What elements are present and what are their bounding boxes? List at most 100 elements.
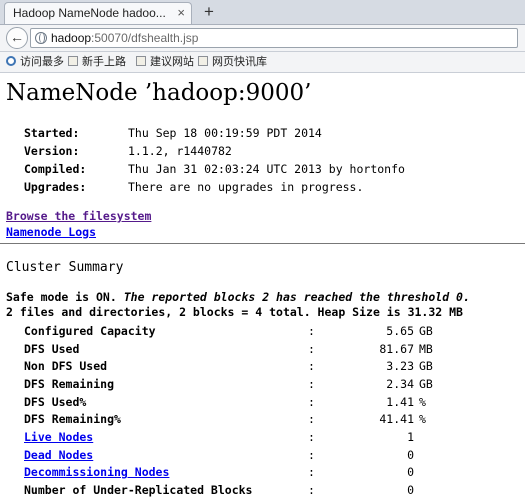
bookmark-label: 访问最多	[20, 56, 64, 68]
stat-unit: %	[419, 394, 426, 409]
info-value: Thu Jan 31 02:03:24 UTC 2013 by hortonfo	[128, 162, 405, 176]
info-row: Compiled: Thu Jan 31 02:03:24 UTC 2013 by…	[24, 160, 405, 178]
stat-unit: GB	[419, 376, 433, 391]
stat-unit	[414, 428, 459, 446]
stats-row: Configured Capacity: 5.65 GB	[24, 322, 459, 340]
stats-row: DFS Remaining: 2.34 GB	[24, 375, 459, 393]
stats-row: Dead Nodes: 0	[24, 446, 459, 464]
stats-row: DFS Remaining%: 41.41%	[24, 410, 459, 428]
tab-strip: Hadoop NameNode hadoo... × +	[0, 0, 525, 25]
stat-value: 1.41	[386, 394, 414, 409]
stat-name: DFS Remaining	[24, 376, 115, 391]
cluster-summary-heading: Cluster Summary	[6, 260, 124, 275]
stat-unit: %	[419, 412, 426, 427]
stat-value: 2.34	[386, 376, 414, 391]
page-links: Browse the filesystem Namenode Logs	[6, 208, 151, 240]
bookmark-most-visited[interactable]: 访问最多	[6, 52, 64, 72]
stat-name: Number of Under-Replicated Blocks	[24, 483, 253, 498]
stat-unit: GB	[419, 359, 433, 374]
stat-value: 1	[407, 429, 414, 444]
dead-nodes-link[interactable]: Dead Nodes	[24, 448, 93, 462]
stat-unit	[414, 481, 459, 499]
live-nodes-link[interactable]: Live Nodes	[24, 430, 93, 444]
stats-row: Decommissioning Nodes: 0	[24, 464, 459, 482]
page-icon	[198, 56, 208, 66]
browser-tab[interactable]: Hadoop NameNode hadoo... ×	[4, 2, 192, 24]
stat-name-cell: Decommissioning Nodes	[24, 464, 308, 482]
safe-mode-detail: The reported blocks 2 has reached the th…	[123, 290, 470, 304]
stat-name-cell: Dead Nodes	[24, 446, 308, 464]
stat-colon: :	[308, 323, 315, 338]
stats-row: Live Nodes: 1	[24, 428, 459, 446]
stats-row: DFS Used: 81.67 MB	[24, 340, 459, 358]
stat-colon: :	[308, 483, 315, 498]
url-text: hadoop:50070/dfshealth.jsp	[51, 29, 198, 47]
stat-value: 81.67	[379, 341, 414, 356]
info-key: Started:	[24, 126, 80, 140]
bookmarks-bar: 访问最多 新手上路 建议网站 网页快讯库	[0, 52, 525, 73]
info-row: Upgrades: There are no upgrades in progre…	[24, 178, 405, 196]
namenode-logs-link[interactable]: Namenode Logs	[6, 224, 151, 240]
stat-colon: :	[308, 429, 315, 444]
url-path: :50070/dfshealth.jsp	[91, 31, 199, 45]
stat-value: 0	[407, 483, 414, 498]
stats-row: Number of Under-Replicated Blocks: 0	[24, 481, 459, 499]
decommissioning-nodes-link[interactable]: Decommissioning Nodes	[24, 465, 169, 479]
stat-value: 0	[407, 465, 414, 480]
stat-colon: :	[308, 394, 315, 409]
stats-row: DFS Used%: 1.41%	[24, 393, 459, 411]
stat-colon: :	[308, 359, 315, 374]
info-key: Version:	[24, 144, 80, 158]
stat-unit	[414, 464, 459, 482]
address-bar[interactable]: hadoop:50070/dfshealth.jsp	[30, 28, 518, 48]
gear-icon	[6, 56, 16, 66]
stat-colon: :	[308, 376, 315, 391]
new-tab-button[interactable]: +	[200, 3, 218, 21]
stat-colon: :	[308, 465, 315, 480]
stat-name: DFS Remaining%	[24, 412, 121, 427]
stat-name: Configured Capacity	[24, 323, 156, 338]
safe-mode-status: Safe mode is ON. The reported blocks 2 h…	[6, 290, 470, 305]
navigation-bar: ← hadoop:50070/dfshealth.jsp	[0, 25, 525, 52]
globe-icon	[35, 32, 47, 44]
stat-value: 0	[407, 447, 414, 462]
back-button[interactable]: ←	[6, 27, 28, 49]
cluster-stats-table: Configured Capacity: 5.65 GB DFS Used: 81.6…	[24, 322, 459, 499]
bookmark-getting-started[interactable]: 新手上路	[68, 52, 126, 72]
stat-colon: :	[308, 341, 315, 356]
stat-unit: GB	[419, 323, 433, 338]
browse-filesystem-link[interactable]: Browse the filesystem	[6, 208, 151, 224]
bookmark-suggested-sites[interactable]: 建议网站	[136, 52, 194, 72]
stat-name: DFS Used	[24, 341, 80, 356]
bookmark-label: 网页快讯库	[212, 56, 267, 68]
close-tab-icon[interactable]: ×	[177, 3, 185, 23]
stat-colon: :	[308, 412, 315, 427]
bookmark-label: 新手上路	[82, 56, 126, 68]
stat-name: DFS Used%	[24, 394, 87, 409]
page-content: NameNode ’hadoop:9000’ Started: Thu Sep 1…	[0, 73, 525, 501]
stat-value: 5.65	[386, 323, 414, 338]
info-row: Version: 1.1.2, r1440782	[24, 142, 405, 160]
info-value: 1.1.2, r1440782	[128, 144, 232, 158]
info-row: Started: Thu Sep 18 00:19:59 PDT 2014	[24, 124, 405, 142]
stats-row: Non DFS Used: 3.23 GB	[24, 357, 459, 375]
divider	[0, 243, 525, 244]
safe-mode-prefix: Safe mode is ON.	[6, 290, 117, 304]
info-value: There are no upgrades in progress.	[128, 180, 364, 194]
info-key: Upgrades:	[24, 180, 87, 194]
page-icon	[136, 56, 146, 66]
info-key: Compiled:	[24, 162, 87, 176]
info-value: Thu Sep 18 00:19:59 PDT 2014	[128, 126, 322, 140]
tab-title: Hadoop NameNode hadoo...	[13, 6, 166, 20]
stat-unit	[414, 446, 459, 464]
stat-value: 41.41	[379, 412, 414, 427]
stat-value: 3.23	[386, 359, 414, 374]
bookmark-label: 建议网站	[150, 56, 194, 68]
filesystem-summary: 2 files and directories, 2 blocks = 4 to…	[6, 305, 463, 319]
stat-name: Non DFS Used	[24, 359, 108, 374]
url-host: hadoop	[51, 31, 92, 45]
stat-colon: :	[308, 447, 315, 462]
namenode-info-table: Started: Thu Sep 18 00:19:59 PDT 2014 Ver…	[24, 124, 405, 196]
page-icon	[68, 56, 78, 66]
bookmark-web-slices[interactable]: 网页快讯库	[198, 52, 267, 72]
